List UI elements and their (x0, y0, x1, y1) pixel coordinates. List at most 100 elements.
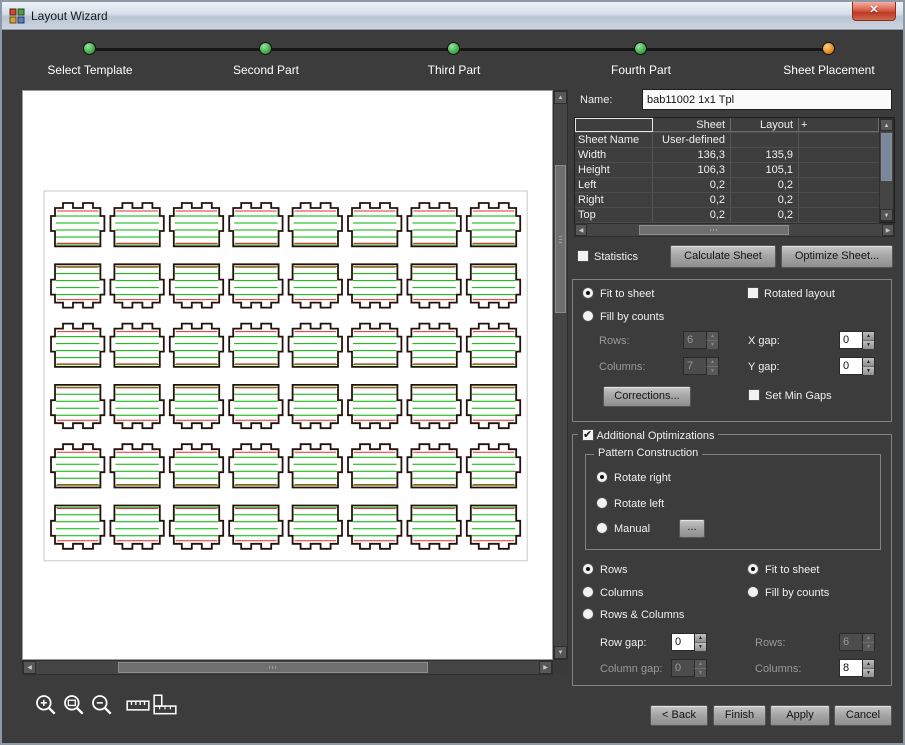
manual-radio[interactable] (596, 522, 608, 534)
manual-browse-button[interactable]: ... (679, 519, 705, 538)
spinner-up-button[interactable]: ▲ (706, 358, 718, 366)
set-min-gaps-checkbox[interactable] (748, 389, 760, 401)
scroll-up-button[interactable]: ▲ (554, 91, 567, 104)
rotated-layout-checkbox[interactable] (747, 287, 759, 299)
table-cell[interactable]: 0,2 (731, 178, 799, 192)
table-cell[interactable]: 105,1 (731, 163, 799, 177)
rows-mode-radio[interactable] (582, 563, 594, 575)
ruler-horizontal-icon[interactable] (125, 692, 151, 718)
fit-to-sheet-radio[interactable] (582, 287, 594, 299)
opt-fit-to-sheet-radio[interactable] (747, 563, 759, 575)
canvas-horizontal-scrollbar[interactable]: ◀ ▶ (22, 660, 553, 675)
statistics-checkbox[interactable] (577, 250, 589, 262)
row-gap-spinner[interactable]: 0 ▲▼ (671, 633, 707, 651)
spinner-down-button[interactable]: ▼ (862, 668, 874, 677)
step-label: Sheet Placement (783, 63, 874, 77)
table-cell[interactable]: 0,2 (731, 208, 799, 222)
rotate-left-radio[interactable] (596, 497, 608, 509)
column-gap-spinner[interactable]: 0 ▲▼ (671, 659, 707, 677)
apply-button[interactable]: Apply (770, 705, 830, 726)
rotate-right-radio[interactable] (596, 471, 608, 483)
step-dot-done[interactable] (83, 42, 96, 55)
scroll-down-button[interactable]: ▼ (880, 209, 893, 221)
spinner-down-button[interactable]: ▼ (862, 340, 874, 349)
step-dot-done[interactable] (447, 42, 460, 55)
step-dot-current[interactable] (822, 42, 835, 55)
table-cell[interactable] (731, 133, 799, 147)
table-horizontal-scrollbar[interactable]: ◀ ▶ (574, 223, 895, 237)
table-cell[interactable]: 0,2 (653, 193, 731, 207)
close-icon[interactable]: ✕ (852, 2, 896, 21)
spinner-up-button[interactable]: ▲ (706, 332, 718, 340)
table-vertical-scrollbar[interactable]: ▲ ▼ (879, 118, 894, 222)
spinner-down-button[interactable]: ▼ (694, 668, 706, 677)
opt-fill-by-counts-radio[interactable] (747, 586, 759, 598)
corrections-button[interactable]: Corrections... (603, 386, 691, 407)
table-cell[interactable] (799, 133, 879, 147)
table-cell[interactable]: User-defined (653, 133, 731, 147)
table-cell[interactable]: 106,3 (653, 163, 731, 177)
canvas-vertical-scrollbar[interactable]: ▲ ▼ (553, 90, 568, 660)
calculate-sheet-button[interactable]: Calculate Sheet (670, 245, 776, 268)
scroll-left-button[interactable]: ◀ (575, 224, 587, 236)
columns-spinner[interactable]: 7 ▲▼ (683, 357, 719, 375)
opt-columns-spinner[interactable]: 8 ▲▼ (839, 659, 875, 677)
additional-optimizations-checkbox[interactable] (582, 429, 594, 441)
zoom-fit-icon[interactable] (61, 692, 87, 718)
y-gap-spinner[interactable]: 0 ▲▼ (839, 357, 875, 375)
spinner-up-button[interactable]: ▲ (862, 358, 874, 366)
scrollbar-thumb[interactable] (881, 133, 892, 181)
scrollbar-thumb[interactable] (639, 225, 789, 235)
title-bar[interactable]: Layout Wizard (2, 2, 903, 30)
scroll-right-button[interactable]: ▶ (882, 224, 894, 236)
table-cell[interactable]: 0,2 (731, 193, 799, 207)
table-cell[interactable] (799, 208, 879, 222)
rows-spinner[interactable]: 6 ▲▼ (683, 331, 719, 349)
table-cell[interactable]: 0,2 (653, 178, 731, 192)
spinner-up-button[interactable]: ▲ (862, 634, 874, 642)
ruler-corner-icon[interactable] (152, 692, 178, 718)
name-input[interactable] (642, 89, 892, 110)
row-label: Height (575, 163, 653, 177)
spinner-up-button[interactable]: ▲ (694, 660, 706, 668)
opt-rows-spinner[interactable]: 6 ▲▼ (839, 633, 875, 651)
cancel-button[interactable]: Cancel (834, 705, 892, 726)
name-label: Name: (580, 94, 612, 106)
spinner-down-button[interactable]: ▼ (862, 642, 874, 651)
optimize-sheet-button[interactable]: Optimize Sheet... (781, 245, 893, 268)
column-gap-label: Column gap: (600, 663, 662, 675)
scrollbar-thumb[interactable] (118, 662, 428, 673)
columns-mode-radio[interactable] (582, 586, 594, 598)
finish-button[interactable]: Finish (713, 705, 766, 726)
table-cell[interactable]: 135,9 (731, 148, 799, 162)
spinner-down-button[interactable]: ▼ (694, 642, 706, 651)
scroll-right-button[interactable]: ▶ (539, 661, 552, 674)
spinner-down-button[interactable]: ▼ (706, 366, 718, 375)
table-cell[interactable] (799, 178, 879, 192)
rows-columns-mode-radio[interactable] (582, 608, 594, 620)
zoom-in-icon[interactable] (33, 692, 59, 718)
table-row: Top 0,2 0,2 (575, 208, 879, 223)
back-button[interactable]: < Back (650, 705, 708, 726)
table-cell[interactable] (799, 163, 879, 177)
spinner-down-button[interactable]: ▼ (862, 366, 874, 375)
scroll-up-button[interactable]: ▲ (880, 119, 893, 131)
scrollbar-thumb[interactable] (555, 165, 566, 313)
table-cell[interactable]: 0,2 (653, 208, 731, 222)
spinner-up-button[interactable]: ▲ (862, 332, 874, 340)
fill-by-counts-radio[interactable] (582, 310, 594, 322)
x-gap-spinner[interactable]: 0 ▲▼ (839, 331, 875, 349)
step-dot-done[interactable] (259, 42, 272, 55)
table-cell[interactable] (799, 148, 879, 162)
spinner-down-button[interactable]: ▼ (706, 340, 718, 349)
layout-wizard-dialog: Layout Wizard ✕ Select Template Second P… (0, 0, 905, 745)
zoom-out-icon[interactable] (89, 692, 115, 718)
layout-preview-canvas[interactable] (22, 90, 553, 660)
spinner-up-button[interactable]: ▲ (694, 634, 706, 642)
table-cell[interactable]: 136,3 (653, 148, 731, 162)
step-dot-done[interactable] (634, 42, 647, 55)
spinner-up-button[interactable]: ▲ (862, 660, 874, 668)
scroll-down-button[interactable]: ▼ (554, 646, 567, 659)
scroll-left-button[interactable]: ◀ (23, 661, 36, 674)
table-cell[interactable] (799, 193, 879, 207)
